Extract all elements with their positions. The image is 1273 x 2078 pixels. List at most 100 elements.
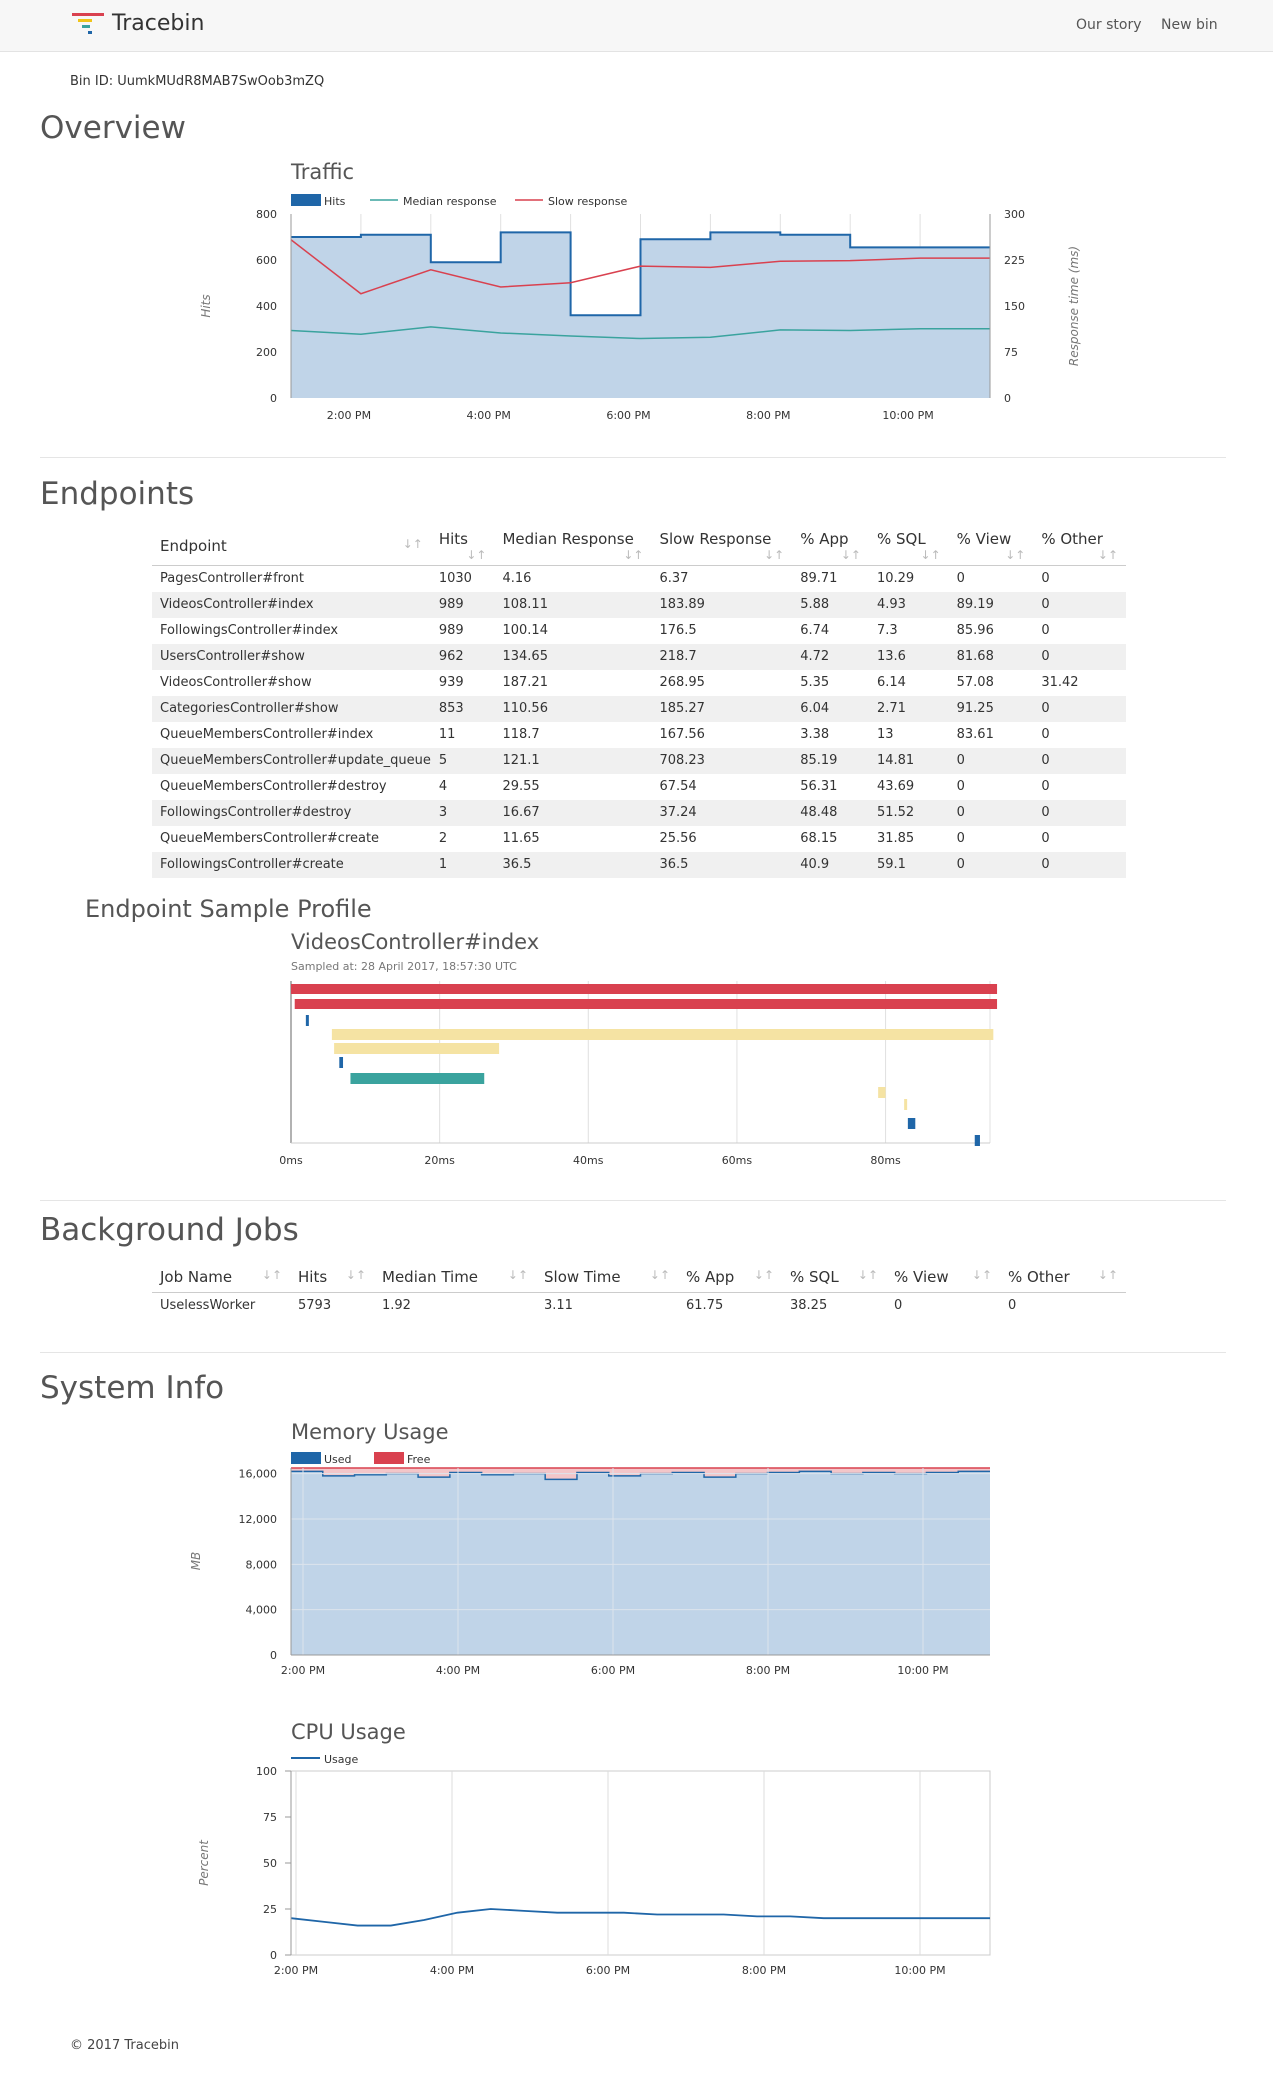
header-label: % View: [956, 530, 1012, 548]
sort-icon[interactable]: ↓↑: [858, 1268, 878, 1282]
table-cell: 4.16: [502, 571, 532, 587]
table-cell: 218.7: [651, 643, 793, 670]
profile-bar: [878, 1087, 886, 1098]
table-cell: 0: [1033, 799, 1126, 826]
endpoints-header-1[interactable]: Hits ↓↑: [430, 527, 495, 566]
y-tick-label: 16,000: [239, 1468, 278, 1481]
sort-icon[interactable]: ↓↑: [650, 1268, 670, 1282]
table-cell: CategoriesController#show: [152, 695, 431, 722]
jobs-header-2[interactable]: Median Time ↓↑: [374, 1263, 536, 1293]
usage-line: [290, 1908, 990, 1927]
divider: [40, 1352, 1226, 1353]
table-cell: UsersController#show: [152, 643, 431, 670]
nav-new-bin-link[interactable]: New bin: [1161, 17, 1218, 33]
table-cell: 37.24: [651, 799, 793, 826]
x-tick-label: 6:00 PM: [586, 1964, 630, 1977]
brand-name: Tracebin: [112, 10, 205, 36]
y-tick-label: 50: [263, 1857, 277, 1870]
overview-heading: Overview: [40, 110, 186, 146]
endpoints-header-7[interactable]: % Other ↓↑: [1033, 527, 1126, 566]
legend-hits-label: Hits: [324, 195, 346, 208]
table-cell: 708.23: [651, 747, 793, 774]
nav-our-story-link[interactable]: Our story: [1076, 17, 1142, 33]
table-cell: 100.14: [502, 623, 548, 638]
sort-icon[interactable]: ↓↑: [1098, 548, 1118, 562]
table-cell: 108.11: [494, 591, 652, 618]
profile-bar: [294, 999, 998, 1009]
table-cell: 989: [438, 623, 464, 638]
endpoints-header-5[interactable]: % SQL ↓↑: [868, 527, 949, 566]
table-cell: 5.88: [792, 591, 869, 618]
table-cell: 0: [1033, 747, 1126, 774]
sort-icon[interactable]: ↓↑: [623, 548, 643, 562]
table-cell: 962: [430, 643, 495, 670]
x-tick-label: 4:00 PM: [430, 1964, 474, 1977]
table-cell: 51.52: [868, 799, 949, 826]
brand[interactable]: Tracebin: [70, 10, 204, 36]
table-cell: 4: [438, 779, 448, 794]
table-cell: 3: [430, 799, 495, 826]
table-cell: 36.5: [651, 851, 793, 878]
used-area: [291, 1471, 990, 1655]
jobs-header-6[interactable]: % View ↓↑: [886, 1263, 1000, 1293]
profile-bar: [904, 1099, 908, 1110]
profile-title: VideosController#index: [291, 930, 540, 954]
endpoints-header-0[interactable]: Endpoint ↓↑: [152, 527, 431, 566]
sort-icon[interactable]: ↓↑: [1098, 1268, 1118, 1282]
x-tick-label: 6:00 PM: [591, 1664, 635, 1677]
y2-tick-label: 75: [1004, 346, 1018, 359]
y-tick-label: 600: [256, 254, 277, 267]
jobs-header-7[interactable]: % Other ↓↑: [1000, 1263, 1126, 1293]
table-cell: 1030: [438, 571, 472, 587]
header-label: Slow Time: [544, 1268, 621, 1287]
cpu-chart-title: CPU Usage: [291, 1720, 406, 1744]
jobs-header-1[interactable]: Hits ↓↑: [290, 1263, 374, 1293]
table-cell: 31.85: [876, 831, 915, 846]
sort-icon[interactable]: ↓↑: [972, 1268, 992, 1282]
endpoints-header-4[interactable]: % App ↓↑: [792, 527, 869, 566]
x-tick-label: 4:00 PM: [436, 1664, 480, 1677]
sort-icon[interactable]: ↓↑: [346, 1268, 366, 1282]
table-row: FollowingsController#destroy 3 16.67 37.24 4…: [152, 799, 1126, 826]
endpoints-header-6[interactable]: % View ↓↑: [948, 527, 1034, 566]
table-cell: FollowingsController#create: [152, 851, 431, 878]
table-cell: 85.96: [956, 623, 994, 638]
table-cell: QueueMembersController#create: [160, 831, 380, 846]
sort-icon[interactable]: ↓↑: [921, 548, 941, 562]
table-cell: 83.61: [956, 727, 994, 742]
plot-border: [290, 1770, 991, 1956]
divider: [40, 457, 1226, 458]
endpoints-header-2[interactable]: Median Response ↓↑: [494, 527, 652, 566]
jobs-header-3[interactable]: Slow Time ↓↑: [536, 1263, 678, 1293]
sort-icon[interactable]: ↓↑: [754, 1268, 774, 1282]
sort-icon[interactable]: ↓↑: [403, 537, 423, 551]
table-cell: 2.71: [868, 695, 949, 722]
table-cell: 0: [1008, 1297, 1017, 1313]
jobs-header-5[interactable]: % SQL ↓↑: [782, 1263, 886, 1293]
table-cell: 121.1: [494, 747, 652, 774]
jobs-header-4[interactable]: % App ↓↑: [678, 1263, 782, 1293]
y2-axis-label: Response time (ms): [1067, 246, 1081, 366]
table-cell: 0: [1033, 851, 1126, 878]
sort-icon[interactable]: ↓↑: [262, 1268, 282, 1282]
jobs-header-0[interactable]: Job Name ↓↑: [152, 1263, 290, 1293]
sort-icon[interactable]: ↓↑: [764, 548, 784, 562]
legend-free-swatch: [374, 1452, 404, 1464]
table-cell: 989: [430, 591, 495, 618]
endpoints-header-3[interactable]: Slow Response ↓↑: [651, 527, 793, 566]
table-cell: PagesController#front: [160, 571, 305, 587]
navbar: Tracebin Our story New bin: [0, 0, 1273, 52]
sort-icon[interactable]: ↓↑: [1005, 548, 1025, 562]
table-cell: 6.14: [876, 675, 906, 690]
table-cell: 1.92: [382, 1297, 411, 1313]
table-cell: 6.37: [659, 571, 689, 587]
sort-icon[interactable]: ↓↑: [841, 548, 861, 562]
table-cell: 0: [1041, 831, 1050, 846]
table-cell: FollowingsController#index: [160, 623, 339, 638]
system-info-heading: System Info: [40, 1370, 225, 1406]
table-cell: 176.5: [659, 623, 697, 638]
sort-icon[interactable]: ↓↑: [466, 548, 486, 562]
table-cell: 0: [1041, 779, 1050, 794]
sort-icon[interactable]: ↓↑: [508, 1268, 528, 1282]
table-cell: 91.25: [948, 695, 1034, 722]
